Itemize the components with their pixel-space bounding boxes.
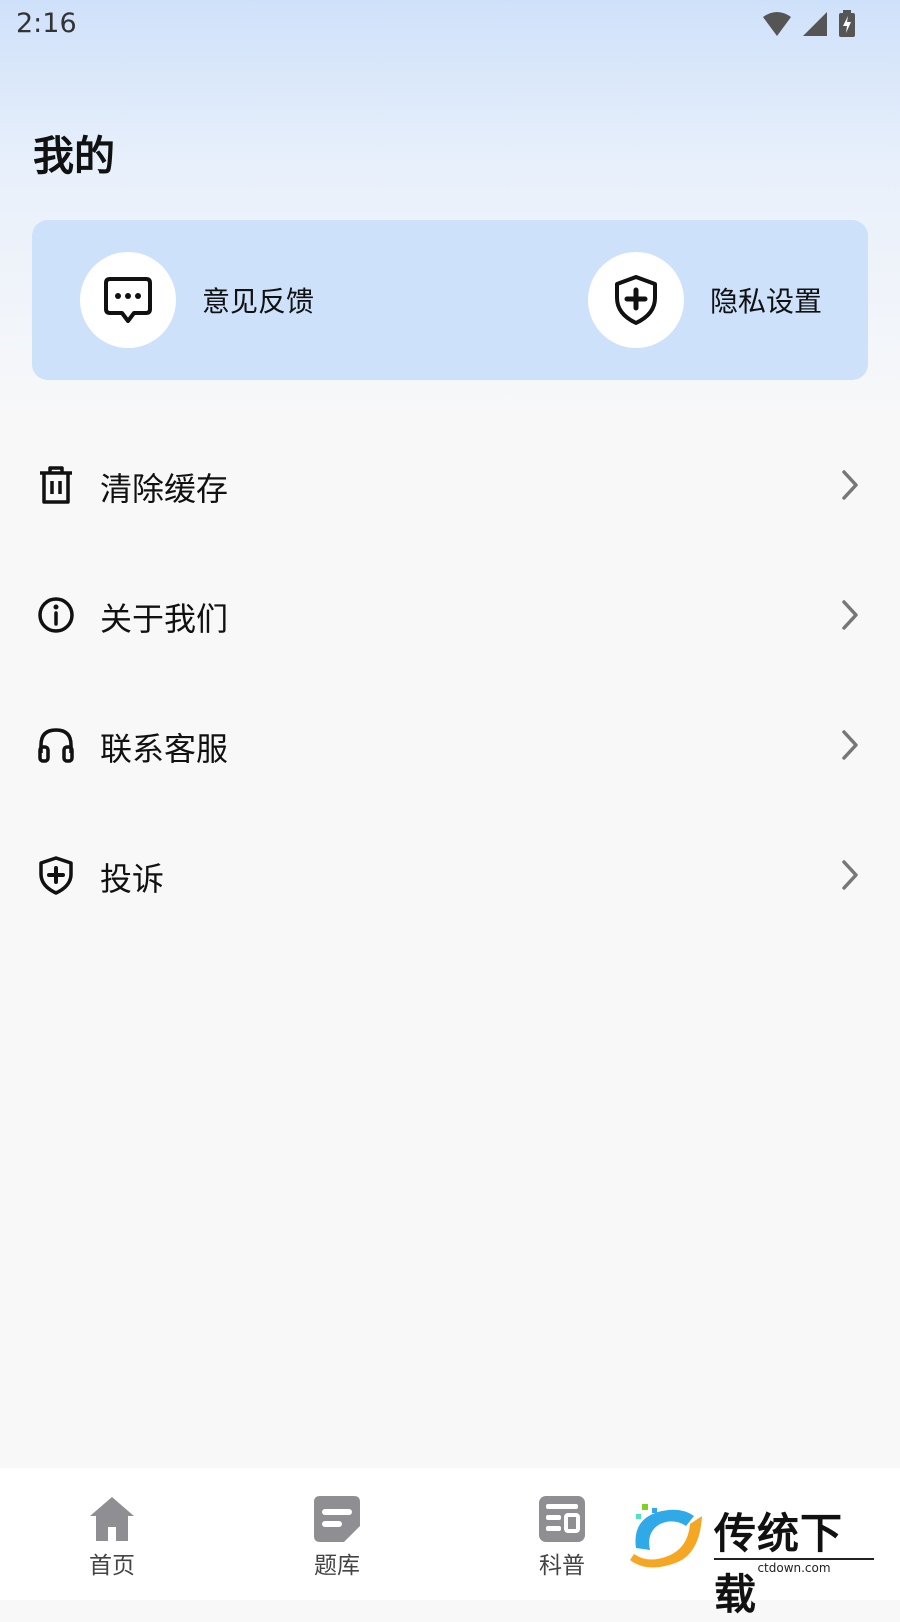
message-icon [104,277,152,323]
privacy-icon-circle [588,252,684,348]
nav-tab-question-bank[interactable]: 题库 [277,1494,397,1580]
info-icon [38,597,74,633]
signal-icon [803,12,827,36]
home-icon [90,1497,134,1541]
privacy-settings-label: 隐私设置 [710,285,823,318]
menu-label-contact-support: 联系客服 [100,730,229,768]
news-icon [539,1496,585,1542]
status-time: 2:16 [16,8,77,39]
nav-label-home: 首页 [89,1553,135,1579]
page-title: 我的 [33,132,115,180]
nav-tab-science[interactable]: 科普 [502,1494,622,1580]
watermark-swoosh-icon [630,1504,702,1568]
privacy-settings-button[interactable]: 隐私设置 [588,252,822,348]
nav-tab-home[interactable]: 首页 [52,1494,172,1580]
watermark-logo: 传统下载 ctdown.com [628,1500,878,1619]
headset-icon [38,728,74,763]
chevron-right-icon [842,730,858,760]
nav-label-science: 科普 [539,1553,585,1579]
shield-plus-icon [39,856,73,895]
wifi-icon [763,12,791,36]
feedback-label: 意见反馈 [202,285,315,318]
settings-menu: 清除缓存 关于我们 联系客服 投诉 [0,420,900,940]
trash-icon [40,466,72,504]
chevron-right-icon [842,470,858,500]
menu-item-complaint[interactable]: 投诉 [0,810,900,940]
menu-item-contact-support[interactable]: 联系客服 [0,680,900,810]
chevron-right-icon [842,860,858,890]
menu-label-complaint: 投诉 [100,860,165,898]
chevron-right-icon [842,600,858,630]
battery-charging-icon [839,10,855,37]
question-bank-icon [314,1496,360,1542]
shield-plus-icon [615,275,657,325]
menu-label-about-us: 关于我们 [100,600,229,638]
status-bar: 2:16 [0,0,900,50]
watermark-subtext: ctdown.com [714,1558,874,1575]
status-icons [762,10,856,38]
feedback-icon-circle [80,252,176,348]
quick-actions-card: 意见反馈 隐私设置 [32,220,868,380]
nav-label-question-bank: 题库 [314,1553,360,1579]
feedback-button[interactable]: 意见反馈 [80,252,314,348]
menu-item-clear-cache[interactable]: 清除缓存 [0,420,900,550]
menu-label-clear-cache: 清除缓存 [100,470,229,508]
menu-item-about-us[interactable]: 关于我们 [0,550,900,680]
